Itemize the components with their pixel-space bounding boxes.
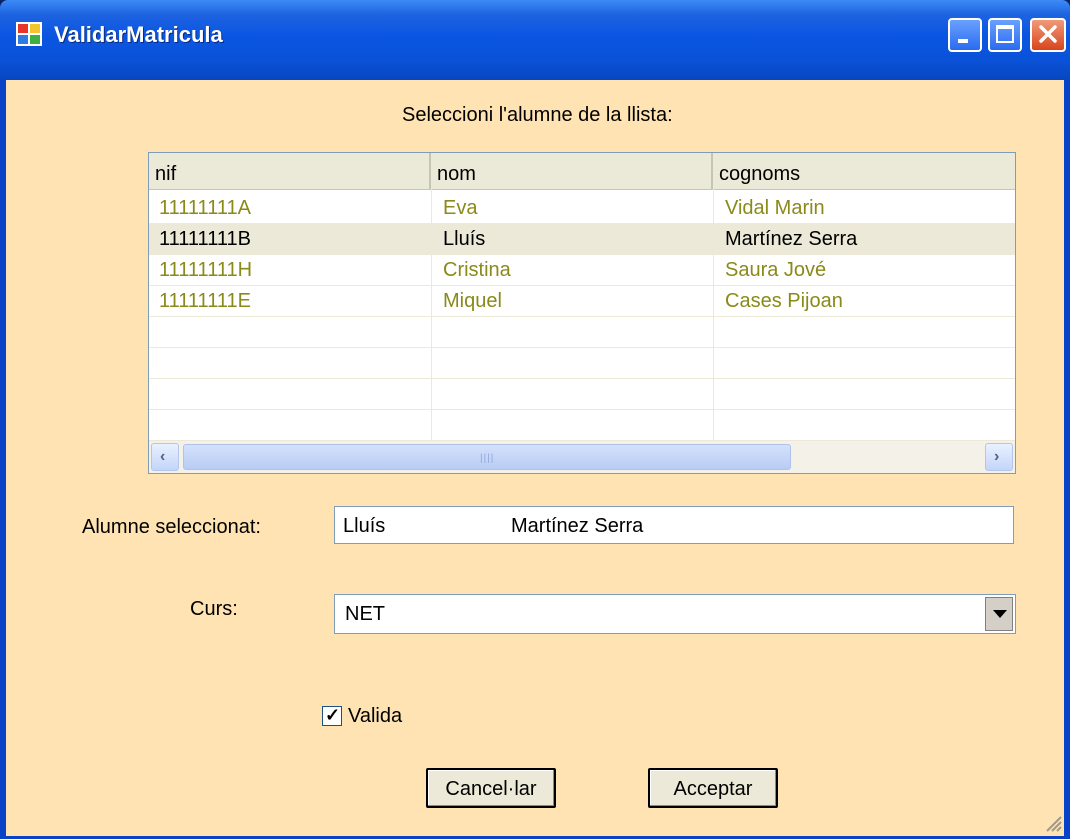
students-grid[interactable]: nif nom cognoms 11111111A Eva Vidal Mari… bbox=[148, 152, 1016, 474]
application-icon bbox=[16, 22, 42, 46]
selected-student-name: Lluís bbox=[343, 515, 386, 537]
cell-cognoms: Martínez Serra bbox=[725, 228, 858, 250]
column-header-nif[interactable]: nif bbox=[149, 153, 431, 189]
cell-nom: Miquel bbox=[443, 290, 502, 312]
cell-cognoms: Cases Pijoan bbox=[725, 290, 843, 312]
cell-cognoms: Saura Jové bbox=[725, 259, 827, 281]
close-icon bbox=[1039, 25, 1057, 43]
maximize-button[interactable] bbox=[988, 18, 1022, 52]
table-row[interactable]: 11111111E Miquel Cases Pijoan bbox=[149, 286, 1015, 317]
arrow-left-icon: ‹ bbox=[160, 448, 166, 465]
cell-nom: Lluís bbox=[443, 228, 486, 250]
empty-row bbox=[149, 379, 1015, 410]
minimize-icon bbox=[958, 39, 968, 43]
cell-nom: Eva bbox=[443, 197, 478, 219]
column-divider bbox=[431, 189, 432, 441]
instruction-label: Seleccioni l'alumne de la llista: bbox=[402, 104, 673, 126]
cancel-button[interactable]: Cancel·lar bbox=[426, 768, 556, 808]
table-row-selected[interactable]: 11111111B Lluís Martínez Serra bbox=[149, 224, 1015, 255]
table-row[interactable]: 11111111A Eva Vidal Marin bbox=[149, 193, 1015, 224]
maximize-icon bbox=[996, 25, 1014, 43]
course-label: Curs: bbox=[190, 598, 238, 620]
title-bar[interactable]: ValidarMatricula bbox=[0, 0, 1070, 80]
column-header-nom[interactable]: nom bbox=[431, 153, 713, 189]
selected-student-field[interactable]: Lluís Martínez Serra bbox=[334, 506, 1014, 544]
checkmark-icon: ✓ bbox=[325, 705, 341, 725]
cell-nom: Cristina bbox=[443, 259, 511, 281]
grid-header: nif nom cognoms bbox=[149, 153, 1015, 190]
dropdown-button[interactable] bbox=[985, 597, 1013, 631]
minimize-button[interactable] bbox=[948, 18, 982, 52]
horizontal-scrollbar[interactable]: ‹ |||| › bbox=[149, 441, 1015, 473]
cell-nif: 11111111H bbox=[159, 259, 253, 281]
empty-row bbox=[149, 410, 1015, 441]
selected-student-label: Alumne seleccionat: bbox=[82, 516, 261, 538]
course-dropdown[interactable]: NET bbox=[334, 594, 1016, 634]
grip-icon: |||| bbox=[480, 453, 495, 464]
cell-nif: 11111111E bbox=[159, 290, 251, 312]
selected-student-surnames: Martínez Serra bbox=[511, 515, 644, 537]
arrow-right-icon: › bbox=[994, 448, 1000, 465]
accept-button[interactable]: Acceptar bbox=[648, 768, 778, 808]
empty-row bbox=[149, 317, 1015, 348]
close-button[interactable] bbox=[1030, 18, 1066, 52]
valid-checkbox[interactable]: ✓ bbox=[322, 705, 342, 726]
table-row[interactable]: 11111111H Cristina Saura Jové bbox=[149, 255, 1015, 286]
resize-grip-icon[interactable] bbox=[1044, 814, 1062, 832]
course-selected-value: NET bbox=[345, 603, 385, 625]
chevron-down-icon bbox=[993, 610, 1007, 618]
window-title: ValidarMatricula bbox=[54, 22, 223, 47]
valid-label: Valida bbox=[348, 705, 403, 727]
cell-nif: 11111111B bbox=[159, 228, 251, 250]
window-frame-right bbox=[1064, 80, 1070, 839]
column-header-cognoms[interactable]: cognoms bbox=[713, 153, 1015, 189]
scrollbar-thumb[interactable]: |||| bbox=[183, 444, 791, 470]
scroll-right-button[interactable]: › bbox=[985, 443, 1013, 471]
empty-row bbox=[149, 348, 1015, 379]
scroll-left-button[interactable]: ‹ bbox=[151, 443, 179, 471]
cell-nif: 11111111A bbox=[159, 197, 251, 219]
cell-cognoms: Vidal Marin bbox=[725, 197, 825, 219]
column-divider bbox=[713, 189, 714, 441]
validar-matricula-window: ValidarMatricula Seleccioni l'alumne de … bbox=[0, 0, 1070, 839]
